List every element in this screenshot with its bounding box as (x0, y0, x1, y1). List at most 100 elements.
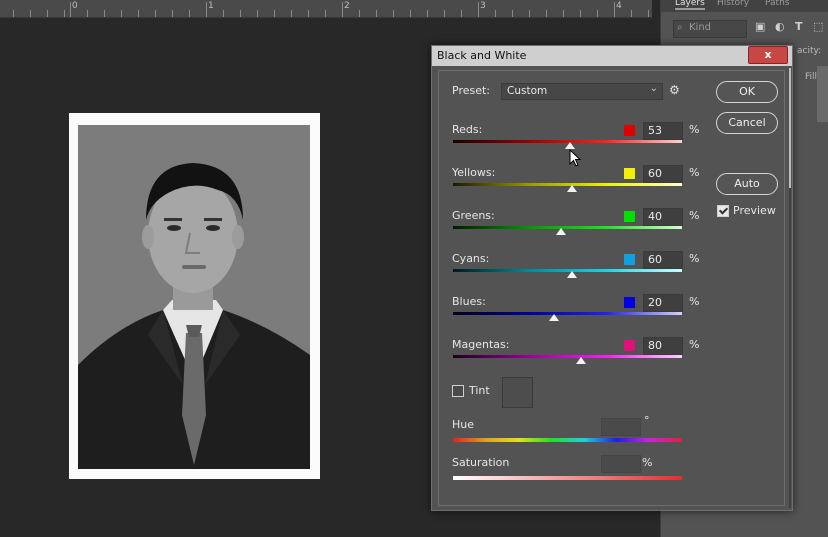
auto-button[interactable]: Auto (716, 173, 778, 195)
yellows-slider-thumb[interactable] (567, 185, 578, 192)
ruler-tick (70, 2, 71, 17)
reds-value: 53 (648, 124, 662, 137)
ruler-tick (529, 10, 530, 17)
layer-row[interactable] (817, 66, 828, 122)
ruler-tick (478, 2, 479, 17)
scrollbar-thumb[interactable] (789, 68, 791, 188)
hue-label: Hue (452, 418, 475, 431)
reds-unit: % (689, 123, 700, 136)
black-and-white-dialog: Black and White x Preset: Custom ⌄ ⚙ Red… (431, 45, 793, 511)
horizontal-ruler: 0 1 2 3 4 (0, 0, 652, 18)
ok-button[interactable]: OK (716, 81, 778, 103)
blues-slider-thumb[interactable] (548, 314, 559, 321)
ruler-tick (597, 10, 598, 17)
saturation-label: Saturation (452, 456, 510, 469)
magentas-value: 80 (648, 339, 662, 352)
blues-value-field[interactable]: 20 (643, 294, 683, 312)
tint-label: Tint (469, 384, 490, 397)
ruler-tick (308, 10, 309, 17)
dialog-titlebar[interactable]: Black and White x (432, 46, 792, 66)
magentas-color-chip (624, 340, 635, 351)
saturation-unit: % (642, 456, 653, 469)
gear-icon[interactable]: ⚙ (669, 83, 680, 97)
ruler-tick (342, 2, 343, 17)
ruler-tick (13, 10, 14, 17)
ruler-tick (104, 10, 105, 17)
yellows-unit: % (689, 166, 700, 179)
magentas-slider-thumb[interactable] (576, 357, 587, 364)
tab-paths[interactable]: Paths (765, 0, 789, 8)
ruler-tick (461, 10, 462, 17)
opacity-label: acity: (797, 46, 822, 56)
close-button[interactable]: x (748, 46, 788, 64)
greens-unit: % (689, 209, 700, 222)
reds-label: Reds: (452, 123, 483, 136)
ruler-tick (64, 10, 65, 17)
magentas-slider-track[interactable] (453, 355, 682, 358)
close-icon: x (764, 48, 772, 61)
blues-label: Blues: (452, 295, 486, 308)
blues-slider-track[interactable] (453, 312, 682, 315)
preview-checkbox[interactable] (717, 205, 729, 217)
greens-slider-track[interactable] (453, 226, 682, 229)
panel-tab-bar: Layers History Paths (661, 0, 828, 12)
adjustment-filter-icon[interactable]: ◐ (775, 20, 785, 33)
preset-dropdown[interactable]: Custom ⌄ (501, 83, 663, 100)
mouse-cursor-icon (569, 149, 581, 167)
ruler-tick (444, 10, 445, 17)
reds-slider-thumb[interactable] (564, 142, 575, 149)
tab-history[interactable]: History (717, 0, 749, 8)
type-filter-icon[interactable]: T (795, 20, 803, 33)
tab-layers[interactable]: Layers (675, 0, 705, 10)
yellows-color-chip (624, 168, 635, 179)
greens-slider-thumb[interactable] (555, 228, 566, 235)
ruler-tick (172, 10, 173, 17)
preview-label: Preview (733, 204, 776, 217)
blues-unit: % (689, 295, 700, 308)
ruler-tick (206, 2, 207, 17)
ruler-tick (580, 10, 581, 17)
ruler-number: 0 (72, 1, 78, 11)
saturation-field[interactable] (601, 455, 641, 473)
dialog-content: Preset: Custom ⌄ ⚙ Reds: 53% Yellows: 60% Gr… (438, 70, 785, 506)
cancel-button[interactable]: Cancel (716, 112, 778, 134)
cyans-value: 60 (648, 253, 662, 266)
ruler-tick (47, 10, 48, 17)
hue-slider-track[interactable] (453, 438, 682, 442)
saturation-slider-track[interactable] (453, 476, 682, 480)
cyans-color-chip (624, 254, 635, 265)
hue-field[interactable] (601, 418, 641, 436)
portrait-photo (78, 125, 310, 469)
shape-filter-icon[interactable]: ⬚ (813, 20, 823, 33)
ruler-tick (359, 10, 360, 17)
ruler-tick (512, 10, 513, 17)
ruler-tick (410, 10, 411, 17)
yellows-value-field[interactable]: 60 (643, 165, 683, 183)
tint-color-swatch[interactable] (502, 377, 533, 408)
reds-value-field[interactable]: 53 (643, 122, 683, 140)
cyans-slider-thumb[interactable] (567, 271, 578, 278)
chevron-down-icon: ⌄ (649, 83, 658, 94)
greens-color-chip (624, 211, 635, 222)
greens-value-field[interactable]: 40 (643, 208, 683, 226)
tint-checkbox[interactable] (452, 385, 464, 397)
cyans-value-field[interactable]: 60 (643, 251, 683, 269)
magentas-label: Magentas: (452, 338, 510, 351)
cyans-unit: % (689, 252, 700, 265)
ruler-tick (631, 10, 632, 17)
ruler-tick (427, 10, 428, 17)
ruler-tick (189, 10, 190, 17)
ruler-number: 3 (480, 1, 486, 11)
photo-frame (69, 113, 320, 479)
image-filter-icon[interactable]: ▣ (755, 20, 765, 33)
ruler-tick (155, 10, 156, 17)
ruler-tick (30, 10, 31, 17)
cyans-label: Cyans: (452, 252, 490, 265)
blues-value: 20 (648, 296, 662, 309)
dialog-title: Black and White (437, 49, 527, 62)
layer-kind-filter[interactable]: ⌕ Kind (673, 20, 747, 38)
ruler-tick (257, 10, 258, 17)
reds-color-chip (624, 125, 635, 136)
magentas-value-field[interactable]: 80 (643, 337, 683, 355)
greens-value: 40 (648, 210, 662, 223)
